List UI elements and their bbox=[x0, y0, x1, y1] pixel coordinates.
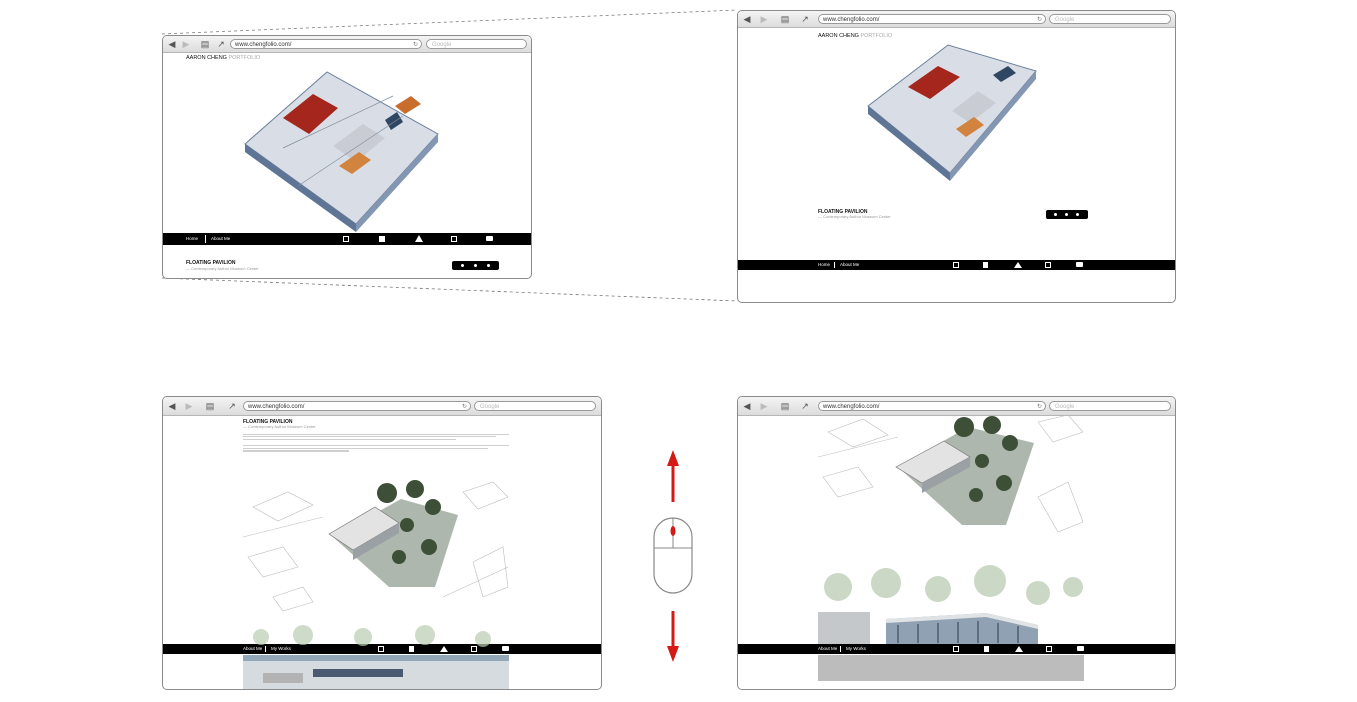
folder-icon[interactable] bbox=[953, 646, 959, 652]
pager-dot[interactable] bbox=[487, 264, 490, 267]
pager-dot[interactable] bbox=[461, 264, 464, 267]
building-axonometric-image bbox=[867, 44, 1037, 181]
nav-divider bbox=[834, 262, 835, 268]
slide-pager[interactable] bbox=[452, 261, 499, 270]
home-icon[interactable] bbox=[1014, 262, 1022, 268]
browser-window-project-scroll-top: ◀ ▶ ▤ ↗ www.chengfolio.com/ ↻ Google FLO… bbox=[162, 396, 602, 690]
folder-icon[interactable] bbox=[343, 236, 349, 242]
home-icon[interactable] bbox=[415, 235, 423, 242]
site-nav-bar: About Me My Works bbox=[738, 644, 1175, 654]
project-subtitle: — Contemporary Authur Museum Center bbox=[818, 214, 891, 219]
browser-window-project-scrolled: ◀ ▶ ▤ ↗ www.chengfolio.com/ ↻ Google Abo… bbox=[737, 396, 1176, 690]
slide-pager[interactable] bbox=[1046, 210, 1088, 219]
chat-icon[interactable] bbox=[1077, 646, 1084, 651]
document-icon[interactable] bbox=[1045, 262, 1051, 268]
project-subtitle: — Contemporary Authur Museum Center bbox=[186, 266, 259, 271]
nav-about-link[interactable]: About Me bbox=[840, 260, 859, 270]
mouse-wheel-icon bbox=[670, 526, 676, 536]
document-icon[interactable] bbox=[451, 236, 457, 242]
browser-window-homepage-small: ◀ ▶ ▤ ↗ www.chengfolio.com/ ↻ Google AAR… bbox=[162, 35, 532, 279]
nav-home-link[interactable]: Home bbox=[186, 233, 198, 245]
scroll-up-arrow-icon bbox=[667, 450, 679, 502]
pager-dot[interactable] bbox=[474, 264, 477, 267]
pager-dot[interactable] bbox=[1065, 213, 1068, 216]
scroll-down-arrow-icon bbox=[667, 611, 679, 662]
book-icon[interactable] bbox=[379, 236, 385, 242]
book-icon[interactable] bbox=[984, 646, 989, 652]
nav-divider bbox=[840, 646, 841, 652]
nav-home-link[interactable]: Home bbox=[818, 260, 830, 270]
nav-divider bbox=[205, 235, 206, 243]
browser-window-homepage-large: ◀ ▶ ▤ ↗ www.chengfolio.com/ ↻ Google AAR… bbox=[737, 10, 1176, 303]
chat-icon[interactable] bbox=[486, 236, 493, 241]
document-icon[interactable] bbox=[1046, 646, 1052, 652]
nav-about-link[interactable]: About Me bbox=[818, 644, 837, 654]
mouse-icon bbox=[653, 517, 693, 594]
site-nav-bar: Home About Me bbox=[163, 233, 531, 245]
building-elevation-rendering-image bbox=[243, 625, 509, 689]
book-icon[interactable] bbox=[983, 262, 988, 268]
pager-dot[interactable] bbox=[1076, 213, 1079, 216]
chat-icon[interactable] bbox=[1076, 262, 1083, 267]
home-icon[interactable] bbox=[1015, 646, 1023, 652]
pager-dot[interactable] bbox=[1054, 213, 1057, 216]
nav-about-link[interactable]: About Me bbox=[211, 233, 230, 245]
nav-works-link[interactable]: My Works bbox=[846, 644, 866, 654]
folder-icon[interactable] bbox=[953, 262, 959, 268]
scroll-gesture-illustration bbox=[653, 450, 693, 662]
site-nav-bar: Home About Me bbox=[738, 260, 1175, 270]
